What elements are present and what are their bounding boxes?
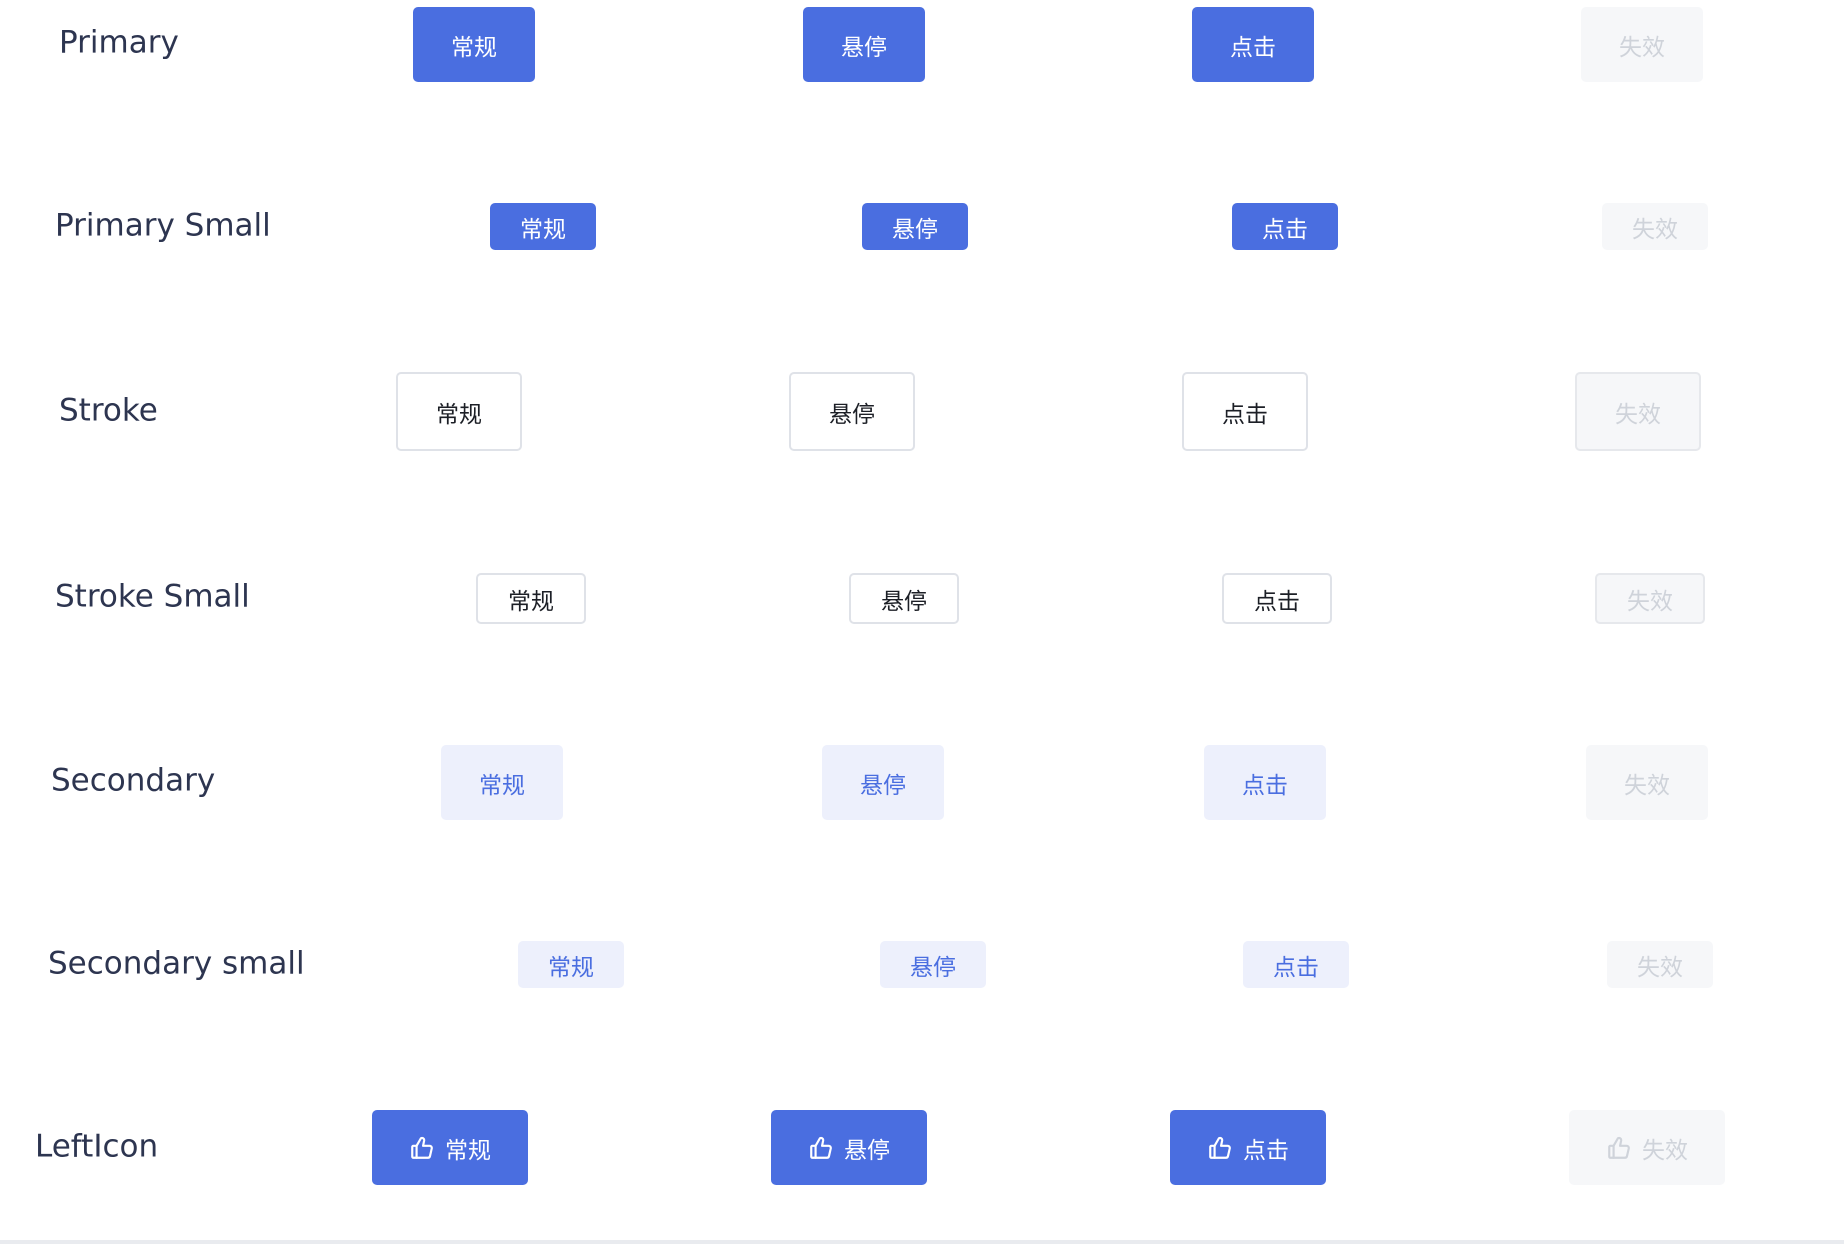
thumbs-up-icon <box>808 1135 834 1161</box>
button-label: 点击 <box>1242 772 1288 799</box>
button-label: 点击 <box>1230 34 1276 61</box>
stroke-active-button[interactable]: 点击 <box>1182 372 1308 451</box>
lefticon-hover-button[interactable]: 悬停 <box>771 1110 927 1185</box>
button-label: 点击 <box>1222 401 1268 428</box>
secondary-small-active-button[interactable]: 点击 <box>1243 941 1349 988</box>
secondary-active-button[interactable]: 点击 <box>1204 745 1326 820</box>
row-label-secondary: Secondary <box>51 762 216 799</box>
stroke-small-active-button[interactable]: 点击 <box>1222 573 1332 624</box>
button-label: 点击 <box>1273 954 1319 981</box>
row-label-primary-small: Primary Small <box>55 207 271 244</box>
lefticon-active-button[interactable]: 点击 <box>1170 1110 1326 1185</box>
thumbs-up-icon <box>1606 1135 1632 1161</box>
button-label: 常规 <box>520 216 566 243</box>
stroke-disabled-button: 失效 <box>1575 372 1701 451</box>
button-label: 常规 <box>445 1137 491 1164</box>
stroke-hover-button[interactable]: 悬停 <box>789 372 915 451</box>
primary-small-disabled-button: 失效 <box>1602 203 1708 250</box>
button-label: 常规 <box>451 34 497 61</box>
primary-active-button[interactable]: 点击 <box>1192 7 1314 82</box>
row-label-stroke-small: Stroke Small <box>55 578 250 615</box>
secondary-small-normal-button[interactable]: 常规 <box>518 941 624 988</box>
button-label: 悬停 <box>844 1137 890 1164</box>
button-label: 悬停 <box>860 772 906 799</box>
primary-normal-button[interactable]: 常规 <box>413 7 535 82</box>
stroke-normal-button[interactable]: 常规 <box>396 372 522 451</box>
thumbs-up-icon <box>1207 1135 1233 1161</box>
secondary-normal-button[interactable]: 常规 <box>441 745 563 820</box>
button-label: 常规 <box>548 954 594 981</box>
stroke-small-normal-button[interactable]: 常规 <box>476 573 586 624</box>
row-label-secondary-small: Secondary small <box>48 945 305 982</box>
button-label: 失效 <box>1637 954 1683 981</box>
lefticon-normal-button[interactable]: 常规 <box>372 1110 528 1185</box>
button-label: 点击 <box>1254 588 1300 615</box>
row-label-lefticon: LeftIcon <box>35 1128 159 1165</box>
button-label: 悬停 <box>841 34 887 61</box>
secondary-small-disabled-button: 失效 <box>1607 941 1713 988</box>
button-label: 悬停 <box>829 401 875 428</box>
primary-hover-button[interactable]: 悬停 <box>803 7 925 82</box>
button-label: 悬停 <box>892 216 938 243</box>
button-label: 失效 <box>1642 1137 1688 1164</box>
primary-small-hover-button[interactable]: 悬停 <box>862 203 968 250</box>
lefticon-disabled-button: 失效 <box>1569 1110 1725 1185</box>
thumbs-up-icon <box>409 1135 435 1161</box>
button-label: 失效 <box>1632 216 1678 243</box>
button-label: 悬停 <box>910 954 956 981</box>
row-label-stroke: Stroke <box>59 392 158 429</box>
secondary-hover-button[interactable]: 悬停 <box>822 745 944 820</box>
button-label: 点击 <box>1243 1137 1289 1164</box>
primary-small-normal-button[interactable]: 常规 <box>490 203 596 250</box>
button-label: 悬停 <box>881 588 927 615</box>
button-label: 常规 <box>508 588 554 615</box>
secondary-disabled-button: 失效 <box>1586 745 1708 820</box>
secondary-small-hover-button[interactable]: 悬停 <box>880 941 986 988</box>
button-label: 点击 <box>1262 216 1308 243</box>
button-label: 失效 <box>1619 34 1665 61</box>
button-label: 失效 <box>1615 401 1661 428</box>
stroke-small-hover-button[interactable]: 悬停 <box>849 573 959 624</box>
primary-small-active-button[interactable]: 点击 <box>1232 203 1338 250</box>
stroke-small-disabled-button: 失效 <box>1595 573 1705 624</box>
button-label: 常规 <box>479 772 525 799</box>
button-label: 失效 <box>1627 588 1673 615</box>
row-label-primary: Primary <box>59 24 179 61</box>
button-label: 常规 <box>436 401 482 428</box>
button-label: 失效 <box>1624 772 1670 799</box>
bottom-divider <box>0 1240 1844 1244</box>
primary-disabled-button: 失效 <box>1581 7 1703 82</box>
